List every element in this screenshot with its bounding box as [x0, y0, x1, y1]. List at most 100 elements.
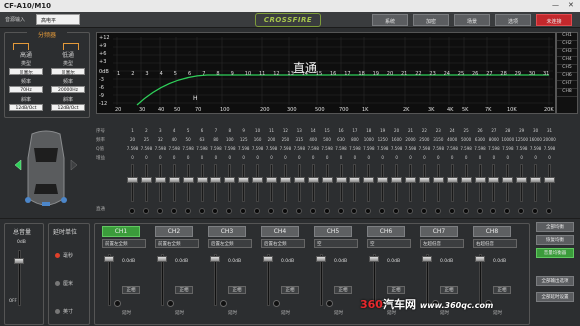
channel-list-item[interactable]: CH8 — [557, 89, 577, 97]
delay-unit-ms-radio[interactable]: 毫秒 — [55, 252, 73, 259]
eq-bypass-toggle[interactable] — [226, 208, 233, 214]
eq-band-q-value[interactable]: 7.598 — [251, 146, 264, 151]
eq-gain-slider-thumb[interactable] — [210, 177, 222, 183]
eq-band-q-value[interactable]: 7.598 — [390, 146, 403, 151]
channel-phase-button[interactable]: 正相 — [281, 286, 299, 294]
eq-gain-slider-thumb[interactable] — [530, 177, 542, 183]
eq-gain-slider-thumb[interactable] — [405, 177, 416, 183]
eq-band-gain[interactable]: 0 — [487, 155, 500, 160]
eq-gain-slider-track[interactable] — [339, 164, 343, 202]
eq-band-q-value[interactable]: 7.598 — [404, 146, 417, 151]
eq-band-q-value[interactable]: 7.598 — [126, 146, 139, 151]
eq-band-frequency[interactable]: 315 — [293, 137, 306, 142]
options-button[interactable]: 选项 — [495, 14, 531, 26]
eq-gain-slider-thumb[interactable] — [140, 177, 152, 183]
eq-bypass-toggle[interactable] — [351, 208, 358, 214]
eq-band-q-value[interactable]: 7.598 — [418, 146, 431, 151]
eq-band-q-value[interactable]: 7.598 — [529, 146, 542, 151]
volume-eq-button[interactable]: 音量均衡器 — [536, 248, 574, 258]
eq-band-q-value[interactable]: 7.598 — [348, 146, 361, 151]
eq-gain-slider-track[interactable] — [353, 164, 357, 202]
hp-slope-select[interactable]: 12dB/Oct — [9, 104, 43, 111]
channel-assign-select[interactable]: 左超低音 — [420, 239, 464, 248]
eq-band-gain[interactable]: 0 — [348, 155, 361, 160]
eq-bypass-toggle[interactable] — [240, 208, 247, 214]
eq-band-q-value[interactable]: 7.598 — [501, 146, 514, 151]
channel-select-button[interactable]: CH7 — [420, 226, 458, 237]
eq-band-frequency[interactable]: 16000 — [529, 137, 542, 142]
eq-band-frequency[interactable]: 40 — [168, 137, 181, 142]
eq-gain-slider-thumb[interactable] — [279, 177, 291, 183]
eq-gain-slider-thumb[interactable] — [460, 177, 472, 183]
eq-band-q-value[interactable]: 7.598 — [223, 146, 236, 151]
channel-volume-thumb[interactable] — [263, 256, 273, 262]
eq-band-frequency[interactable]: 12500 — [515, 137, 528, 142]
master-volume-thumb[interactable] — [14, 258, 24, 264]
eq-band-frequency[interactable]: 2000 — [404, 137, 417, 142]
eq-band-q-value[interactable]: 7.598 — [376, 146, 389, 151]
encrypt-button[interactable]: 加密 — [413, 14, 449, 26]
all-delay-settings-button[interactable]: 全部延时设置 — [536, 292, 574, 302]
eq-gain-slider-thumb[interactable] — [293, 177, 305, 183]
eq-band-gain[interactable]: 0 — [432, 155, 445, 160]
channel-mute-toggle[interactable] — [220, 300, 227, 307]
eq-gain-slider-thumb[interactable] — [168, 177, 180, 183]
channel-mute-toggle[interactable] — [273, 300, 280, 307]
eq-gain-slider-thumb[interactable] — [196, 177, 208, 183]
eq-band-q-value[interactable]: 7.598 — [543, 146, 556, 151]
eq-gain-slider-track[interactable] — [144, 164, 148, 202]
eq-gain-slider-thumb[interactable] — [446, 177, 458, 183]
channel-select-button[interactable]: CH5 — [314, 226, 352, 237]
eq-bypass-toggle[interactable] — [504, 208, 511, 214]
system-button[interactable]: 系统 — [372, 14, 408, 26]
eq-bypass-toggle[interactable] — [490, 208, 497, 214]
channel-assign-select[interactable]: 后置左全频 — [208, 239, 252, 248]
eq-band-gain[interactable]: 0 — [307, 155, 320, 160]
eq-band-q-value[interactable]: 7.598 — [460, 146, 473, 151]
eq-band-q-value[interactable]: 7.598 — [154, 146, 167, 151]
eq-band-frequency[interactable]: 6300 — [474, 137, 487, 142]
eq-bypass-toggle[interactable] — [198, 208, 205, 214]
channel-phase-button[interactable]: 正相 — [493, 286, 511, 294]
eq-gain-slider-thumb[interactable] — [391, 177, 403, 183]
all-eq-button[interactable]: 全部均衡 — [536, 222, 574, 232]
eq-band-q-value[interactable]: 7.598 — [182, 146, 195, 151]
eq-band-gain[interactable]: 0 — [168, 155, 181, 160]
channel-list-item[interactable]: CH3 — [557, 49, 577, 57]
eq-gain-slider-track[interactable] — [409, 164, 412, 202]
eq-band-q-value[interactable]: 7.598 — [515, 146, 528, 151]
channel-assign-select[interactable]: 后置右全频 — [261, 239, 305, 248]
eq-bypass-toggle[interactable] — [365, 208, 372, 214]
eq-gain-slider-thumb[interactable] — [238, 177, 250, 183]
eq-band-q-value[interactable]: 7.598 — [168, 146, 181, 151]
channel-phase-button[interactable]: 正相 — [228, 286, 246, 294]
input-source-select[interactable]: 高电平 — [36, 14, 80, 25]
eq-gain-slider-track[interactable] — [395, 164, 399, 202]
eq-bypass-toggle[interactable] — [532, 208, 539, 214]
eq-band-q-value[interactable]: 7.598 — [487, 146, 500, 151]
channel-mute-toggle[interactable] — [114, 300, 121, 307]
eq-band-frequency[interactable]: 4000 — [446, 137, 459, 142]
eq-bypass-toggle[interactable] — [156, 208, 163, 214]
eq-band-q-value[interactable]: 7.598 — [446, 146, 459, 151]
eq-band-q-value[interactable]: 7.598 — [279, 146, 292, 151]
eq-gain-slider-track[interactable] — [436, 164, 440, 202]
eq-gain-slider-track[interactable] — [186, 164, 190, 202]
eq-gain-slider-thumb[interactable] — [502, 177, 514, 183]
eq-band-frequency[interactable]: 1000 — [362, 137, 375, 142]
connection-status-button[interactable]: 未连接 — [536, 14, 572, 26]
eq-gain-slider-thumb[interactable] — [154, 177, 166, 183]
eq-band-frequency[interactable]: 125 — [237, 137, 250, 142]
eq-bypass-toggle[interactable] — [142, 208, 149, 214]
channel-select-button[interactable]: CH8 — [473, 226, 511, 237]
eq-band-gain[interactable]: 0 — [209, 155, 222, 160]
eq-band-q-value[interactable]: 7.598 — [196, 146, 209, 151]
channel-list-item[interactable]: CH7 — [557, 81, 577, 89]
eq-band-frequency[interactable]: 160 — [251, 137, 264, 142]
eq-gain-slider-track[interactable] — [506, 164, 510, 202]
channel-list-item[interactable]: CH5 — [557, 65, 577, 73]
eq-bypass-toggle[interactable] — [212, 208, 219, 214]
channel-list-item[interactable]: CH2 — [557, 41, 577, 49]
channel-assign-select[interactable]: 前置右全频 — [155, 239, 199, 248]
eq-band-frequency[interactable]: 250 — [279, 137, 292, 142]
